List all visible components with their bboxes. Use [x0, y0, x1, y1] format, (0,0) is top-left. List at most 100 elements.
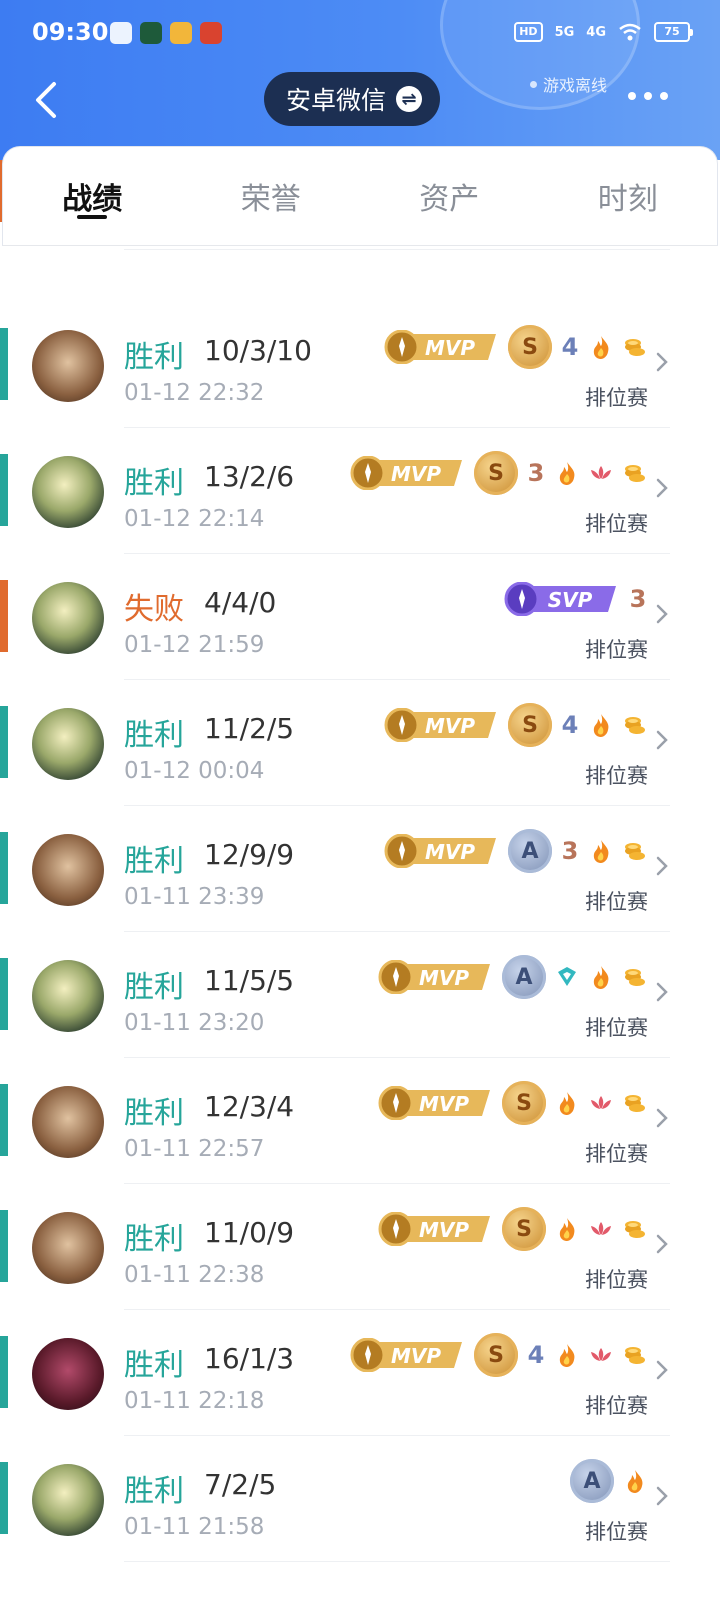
- match-mode: 排位赛: [585, 1142, 648, 1166]
- swap-icon: ⇌: [396, 86, 423, 112]
- medal-s-icon: S: [474, 451, 518, 495]
- match-kda: 16/1/3: [204, 1342, 295, 1375]
- fire-icon: [593, 966, 609, 989]
- tab-moments[interactable]: 时刻: [539, 147, 718, 245]
- match-kda: 7/2/5: [204, 1468, 277, 1501]
- match-mode: 排位赛: [585, 1268, 648, 1292]
- result-indicator-bar: [0, 1210, 8, 1282]
- hero-avatar: [32, 1338, 104, 1410]
- medal-s-icon: S: [508, 325, 552, 369]
- game-status: 游戏离线: [530, 72, 607, 96]
- fire-icon: [559, 1218, 575, 1241]
- mvp-badge: MVP: [350, 1338, 462, 1372]
- mvp-badge: MVP: [384, 330, 496, 364]
- tab-honor[interactable]: 荣誉: [182, 147, 361, 245]
- mvp-badge: MVP: [384, 834, 496, 868]
- match-date: 01-11 22:18: [124, 1388, 265, 1414]
- tab-assets[interactable]: 资产: [360, 147, 539, 245]
- match-result: 胜利: [124, 1096, 184, 1131]
- match-result: 胜利: [124, 1474, 184, 1509]
- match-mode: 排位赛: [585, 1394, 648, 1418]
- match-row[interactable]: 胜利 11/0/9 01-11 22:38 排位赛 MVP S: [0, 1184, 720, 1310]
- coin-stack-icon: [625, 969, 645, 986]
- fire-icon: [593, 336, 609, 359]
- tab-label: 资产: [419, 182, 480, 217]
- chevron-right-icon: [656, 730, 668, 750]
- fire-icon: [559, 1092, 575, 1115]
- match-row[interactable]: 胜利 11/2/5 01-12 00:04 排位赛 MVP S 4: [0, 680, 720, 806]
- mvp-label: MVP: [419, 966, 469, 990]
- signal-4g-icon: 4G: [586, 24, 606, 40]
- coin-stack-icon: [625, 843, 645, 860]
- match-result: 胜利: [124, 844, 184, 879]
- chevron-right-icon: [656, 982, 668, 1002]
- tab-record[interactable]: 战绩: [3, 147, 182, 245]
- match-mode: 排位赛: [585, 638, 648, 662]
- hero-avatar: [32, 1212, 104, 1284]
- hd-icon: HD: [514, 22, 543, 42]
- match-badges: MVP S 4: [350, 1332, 648, 1378]
- back-arrow-icon[interactable]: [28, 80, 68, 120]
- signal-5g-icon: 5G: [554, 24, 575, 40]
- match-row[interactable]: 胜利 7/2/5 01-11 21:58 排位赛 A: [0, 1436, 720, 1562]
- row-divider: [124, 249, 670, 250]
- match-row[interactable]: 胜利 13/2/6 01-12 22:14 排位赛 MVP S 3: [0, 428, 720, 554]
- chevron-right-icon: [656, 1234, 668, 1254]
- medal-a-icon: A: [502, 955, 546, 999]
- hero-avatar: [32, 960, 104, 1032]
- mvp-badge: MVP: [378, 960, 490, 994]
- hero-avatar: [32, 330, 104, 402]
- match-kda: 11/2/5: [204, 712, 295, 745]
- result-indicator-bar: [0, 580, 8, 652]
- medal-s-icon: S: [502, 1207, 546, 1251]
- medal-s-icon: S: [508, 703, 552, 747]
- wifi-icon: [619, 23, 641, 41]
- match-row[interactable]: 胜利 10/3/10 01-12 22:32 排位赛 MVP S 4: [0, 302, 720, 428]
- match-history-list: 01-12 23:00排位赛胜利10/3/1001-12 22:32排位赛MVP…: [0, 160, 720, 1600]
- more-dot-icon: [628, 92, 636, 100]
- match-date: 01-12 00:04: [124, 758, 265, 784]
- match-mode: 排位赛: [585, 890, 648, 914]
- match-badges: MVP S: [378, 1206, 648, 1252]
- battery-icon: 75: [654, 22, 693, 42]
- mvp-label: MVP: [419, 1218, 469, 1242]
- match-date: 01-11 22:38: [124, 1262, 265, 1288]
- row-divider: [124, 1561, 670, 1562]
- game-status-label: 游戏离线: [543, 76, 608, 95]
- result-indicator-bar: [0, 454, 8, 526]
- coin-stack-icon: [625, 1095, 645, 1112]
- hero-avatar: [32, 708, 104, 780]
- match-result: 失败: [124, 592, 184, 627]
- match-row[interactable]: 胜利 11/5/5 01-11 23:20 排位赛 MVP A: [0, 932, 720, 1058]
- match-badges: MVP A: [378, 954, 648, 1000]
- more-options-button[interactable]: [628, 92, 668, 100]
- match-result: 胜利: [124, 1222, 184, 1257]
- match-badges: MVP A 3: [384, 828, 648, 874]
- status-bar: 09:30 HD 5G 4G 75: [0, 14, 720, 54]
- coin-stack-icon: [625, 717, 645, 734]
- lotus-icon: [591, 466, 611, 479]
- chevron-right-icon: [656, 604, 668, 624]
- hero-avatar: [32, 834, 104, 906]
- mvp-label: MVP: [425, 714, 475, 738]
- account-switch-button[interactable]: 安卓微信 ⇌: [264, 72, 441, 126]
- match-mode: 排位赛: [585, 512, 648, 536]
- result-indicator-bar: [0, 328, 8, 400]
- fire-icon: [627, 1470, 643, 1493]
- hero-avatar: [32, 1086, 104, 1158]
- match-row[interactable]: 胜利 12/9/9 01-11 23:39 排位赛 MVP A 3: [0, 806, 720, 932]
- hero-avatar: [32, 456, 104, 528]
- match-row[interactable]: 胜利 12/3/4 01-11 22:57 排位赛 MVP S: [0, 1058, 720, 1184]
- match-kda: 4/4/0: [204, 586, 277, 619]
- coin-stack-icon: [625, 339, 645, 356]
- match-row[interactable]: 胜利 16/1/3 01-11 22:18 排位赛 MVP S 4: [0, 1310, 720, 1436]
- notification-game-icon: [140, 22, 162, 44]
- match-result: 胜利: [124, 970, 184, 1005]
- coin-stack-icon: [625, 1347, 645, 1364]
- match-row[interactable]: 失败 4/4/0 01-12 21:59 排位赛 SVP 3: [0, 554, 720, 680]
- chevron-right-icon: [656, 1360, 668, 1380]
- result-indicator-bar: [0, 832, 8, 904]
- mvp-label: MVP: [425, 336, 475, 360]
- medal-s-icon: S: [502, 1081, 546, 1125]
- tab-label: 荣誉: [240, 182, 301, 217]
